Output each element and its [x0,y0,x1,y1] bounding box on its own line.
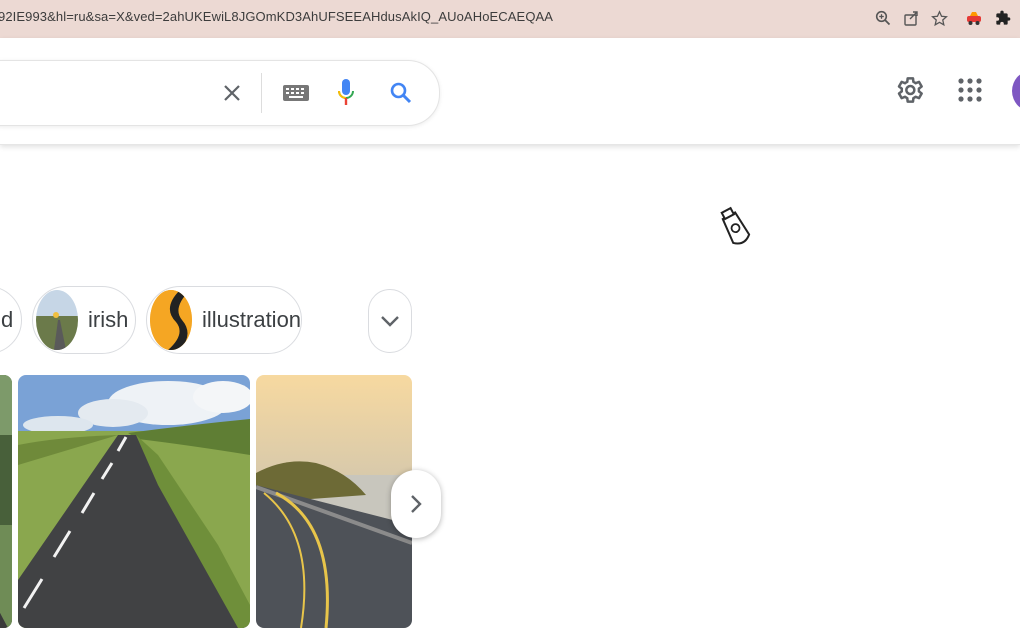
puzzle-icon[interactable] [993,8,1013,28]
share-icon[interactable] [901,8,921,28]
keyboard-icon[interactable] [281,78,311,108]
chevron-down-icon [381,316,399,327]
search-divider [261,73,262,113]
chip-thumbnail [36,290,78,350]
chip-irish[interactable]: irish [32,286,136,354]
search-header [0,38,1020,145]
chip-label: irish [88,307,129,332]
chip-label: illustration [202,307,302,332]
mic-icon[interactable] [331,78,361,108]
chip-thumbnail [150,290,192,350]
next-images-button[interactable] [391,470,441,538]
image-result-road-countryside[interactable] [18,375,250,628]
gear-icon[interactable] [892,73,926,107]
search-icon[interactable] [386,78,416,108]
image-result-road-coast[interactable] [256,375,412,628]
image-result-partial[interactable] [0,375,12,628]
cursor-icon [718,206,754,257]
browser-address-bar: 92IE993&hl=ru&sa=X&ved=2ahUKEwiL8JGOmKD3… [0,0,1020,39]
chevron-right-icon [411,495,422,513]
zoom-icon[interactable] [873,8,893,28]
avatar[interactable] [1012,70,1020,112]
chip-illustration[interactable]: illustration [146,286,302,354]
url-text[interactable]: 92IE993&hl=ru&sa=X&ved=2ahUKEwiL8JGOmKD3… [0,9,553,24]
chip-label: d [1,307,14,332]
apps-icon[interactable] [955,75,985,105]
clear-icon[interactable] [217,78,247,108]
search-input[interactable] [0,60,440,126]
star-icon[interactable] [929,8,949,28]
chip-partial[interactable]: d [0,286,22,354]
expand-chips-button[interactable] [368,289,412,353]
extension-car-icon[interactable] [964,8,984,28]
